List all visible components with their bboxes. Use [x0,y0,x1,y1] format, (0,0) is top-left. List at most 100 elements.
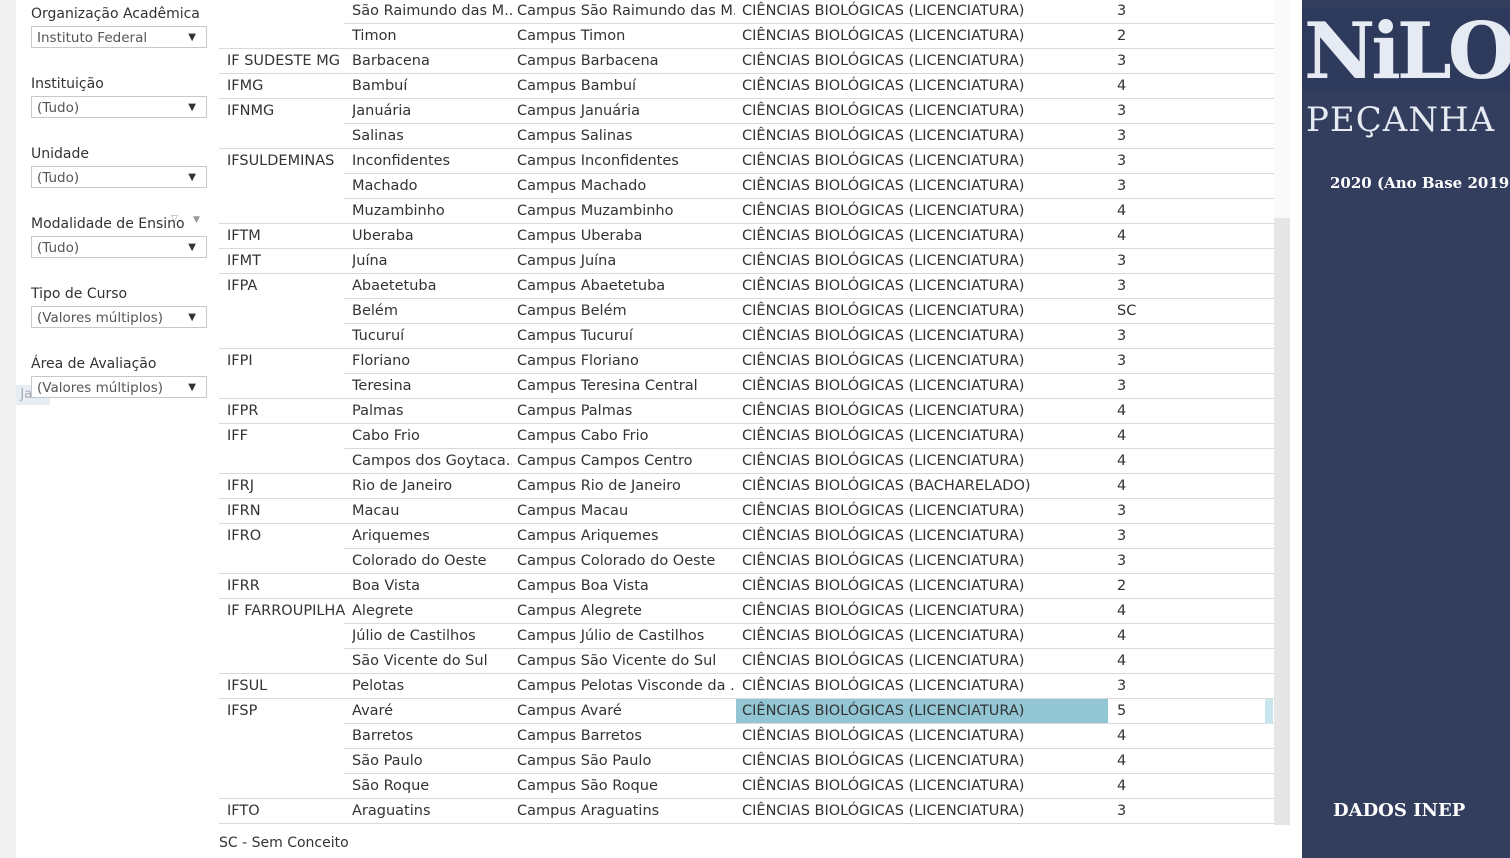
cell-organization[interactable] [227,324,345,349]
cell-organization[interactable] [227,24,345,49]
cell-campus[interactable]: Campus Abaetetuba [517,274,735,299]
table-row[interactable]: Campos dos Goytaca.. Campus Campos Centro… [219,449,1274,474]
cell-grade[interactable]: 3 [1108,324,1274,349]
cell-campus[interactable]: Campus Juína [517,249,735,274]
cell-grade[interactable]: 2 [1108,574,1274,599]
table-row[interactable]: São Vicente do Sul Campus São Vicente do … [219,649,1274,674]
table-row[interactable]: IFTM Uberaba Campus Uberaba CIÊNCIAS BIOLÓG… [219,224,1274,249]
cell-campus[interactable]: Campus Boa Vista [517,574,735,599]
cell-campus[interactable]: Campus Barretos [517,724,735,749]
cell-course[interactable]: CIÊNCIAS BIOLÓGICAS (LICENCIATURA) [736,49,1108,74]
table-row[interactable]: Belém Campus Belém CIÊNCIAS BIOLÓGICAS (LI… [219,299,1274,324]
cell-municipality[interactable]: Alegrete [352,599,512,624]
cell-campus[interactable]: Campus Salinas [517,124,735,149]
cell-grade[interactable]: 3 [1108,49,1274,74]
cell-grade[interactable]: 4 [1108,599,1274,624]
cell-course[interactable]: CIÊNCIAS BIOLÓGICAS (LICENCIATURA) [736,224,1108,249]
cell-grade[interactable]: 4 [1108,749,1274,774]
cell-municipality[interactable]: Abaetetuba [352,274,512,299]
cell-organization[interactable]: IFRO [227,524,345,549]
cell-grade[interactable]: 3 [1108,349,1274,374]
cell-course[interactable]: CIÊNCIAS BIOLÓGICAS (LICENCIATURA) [736,499,1108,524]
table-row[interactable]: IFSUL Pelotas Campus Pelotas Visconde da .… [219,674,1274,699]
cell-campus[interactable]: Campus Floriano [517,349,735,374]
cell-course[interactable]: CIÊNCIAS BIOLÓGICAS (LICENCIATURA) [736,449,1108,474]
cell-organization[interactable] [227,624,345,649]
cell-organization[interactable]: IFF [227,424,345,449]
cell-municipality[interactable]: São Vicente do Sul [352,649,512,674]
cell-organization[interactable]: IF SUDESTE MG [227,49,345,74]
cell-municipality[interactable]: Macau [352,499,512,524]
cell-organization[interactable] [227,774,345,799]
cell-campus[interactable]: Campus Macau [517,499,735,524]
cell-course[interactable]: CIÊNCIAS BIOLÓGICAS (LICENCIATURA) [736,0,1108,24]
cell-municipality[interactable]: Palmas [352,399,512,424]
cell-course[interactable]: CIÊNCIAS BIOLÓGICAS (LICENCIATURA) [736,774,1108,799]
cell-municipality[interactable]: Cabo Frio [352,424,512,449]
cell-campus[interactable]: Campus Muzambinho [517,199,735,224]
cell-course[interactable]: CIÊNCIAS BIOLÓGICAS (LICENCIATURA) [736,99,1108,124]
cell-municipality[interactable]: São Raimundo das M.. [352,0,512,24]
table-row[interactable]: IFPA Abaetetuba Campus Abaetetuba CIÊNCIAS … [219,274,1274,299]
cell-campus[interactable]: Campus Cabo Frio [517,424,735,449]
cell-organization[interactable] [227,174,345,199]
cell-course[interactable]: CIÊNCIAS BIOLÓGICAS (LICENCIATURA) [736,374,1108,399]
cell-organization[interactable] [227,749,345,774]
table-row[interactable]: Teresina Campus Teresina Central CIÊNCIAS … [219,374,1274,399]
cell-campus[interactable]: Campus Júlio de Castilhos [517,624,735,649]
cell-grade[interactable]: 3 [1108,124,1274,149]
table-row[interactable]: São Paulo Campus São Paulo CIÊNCIAS BIOLÓG… [219,749,1274,774]
cell-grade[interactable]: 2 [1108,24,1274,49]
cell-municipality[interactable]: Colorado do Oeste [352,549,512,574]
cell-campus[interactable]: Campus Bambuí [517,74,735,99]
filter-dropdown[interactable]: (Valores múltiplos) ▼ [31,306,207,328]
cell-grade[interactable]: 3 [1108,549,1274,574]
cell-course[interactable]: CIÊNCIAS BIOLÓGICAS (LICENCIATURA) [736,274,1108,299]
cell-campus[interactable]: Campus Alegrete [517,599,735,624]
cell-campus[interactable]: Campus São Roque [517,774,735,799]
cell-organization[interactable]: IF FARROUPILHA [227,599,345,624]
cell-grade[interactable]: 4 [1108,649,1274,674]
cell-course[interactable]: CIÊNCIAS BIOLÓGICAS (LICENCIATURA) [736,74,1108,99]
cell-campus[interactable]: Campus Tucuruí [517,324,735,349]
cell-campus[interactable]: Campus Palmas [517,399,735,424]
filter-dropdown[interactable]: (Tudo) ▼ [31,96,207,118]
cell-campus[interactable]: Campus Colorado do Oeste [517,549,735,574]
cell-grade[interactable]: 3 [1108,249,1274,274]
cell-municipality[interactable]: Floriano [352,349,512,374]
cell-campus[interactable]: Campus Timon [517,24,735,49]
cell-organization[interactable]: IFSUL [227,674,345,699]
cell-organization[interactable]: IFNMG [227,99,345,124]
cell-grade[interactable]: 5 [1108,699,1274,724]
filter-dropdown[interactable]: Instituto Federal ▼ [31,26,207,48]
cell-grade[interactable]: 4 [1108,774,1274,799]
cell-municipality[interactable]: Boa Vista [352,574,512,599]
chevron-down-icon[interactable]: ▼ [188,307,196,329]
table-row[interactable]: IFF Cabo Frio Campus Cabo Frio CIÊNCIAS BIO… [219,424,1274,449]
table-row[interactable]: IFTO Araguatins Campus Araguatins CIÊNCIAS … [219,799,1274,824]
cell-municipality[interactable]: Machado [352,174,512,199]
cell-municipality[interactable]: Januária [352,99,512,124]
table-row[interactable]: IFPI Floriano Campus Floriano CIÊNCIAS BIOL… [219,349,1274,374]
table-row[interactable]: IFSULDEMINAS Inconfidentes Campus Inconfid… [219,149,1274,174]
cell-campus[interactable]: Campus Uberaba [517,224,735,249]
cell-course[interactable]: CIÊNCIAS BIOLÓGICAS (LICENCIATURA) [736,124,1108,149]
table-row[interactable]: IFSP Avaré Campus Avaré CIÊNCIAS BIOLÓGICAS… [219,699,1274,724]
table-row[interactable]: Muzambinho Campus Muzambinho CIÊNCIAS BIOL… [219,199,1274,224]
cell-course[interactable]: CIÊNCIAS BIOLÓGICAS (LICENCIATURA) [736,699,1108,724]
cell-grade[interactable]: 3 [1108,524,1274,549]
cell-organization[interactable] [227,374,345,399]
cell-municipality[interactable]: Bambuí [352,74,512,99]
cell-organization[interactable]: IFSULDEMINAS [227,149,345,174]
cell-campus[interactable]: Campus Pelotas Visconde da .. [517,674,735,699]
cell-course[interactable]: CIÊNCIAS BIOLÓGICAS (LICENCIATURA) [736,599,1108,624]
filter-dropdown[interactable]: (Valores múltiplos) ▼ [31,376,207,398]
cell-grade[interactable]: 4 [1108,74,1274,99]
cell-organization[interactable]: IFRJ [227,474,345,499]
cell-course[interactable]: CIÊNCIAS BIOLÓGICAS (LICENCIATURA) [736,174,1108,199]
cell-organization[interactable]: IFTO [227,799,345,824]
cell-municipality[interactable]: Belém [352,299,512,324]
cell-course[interactable]: CIÊNCIAS BIOLÓGICAS (LICENCIATURA) [736,324,1108,349]
vertical-scrollbar-thumb[interactable] [1274,218,1290,825]
cell-organization[interactable]: IFRN [227,499,345,524]
